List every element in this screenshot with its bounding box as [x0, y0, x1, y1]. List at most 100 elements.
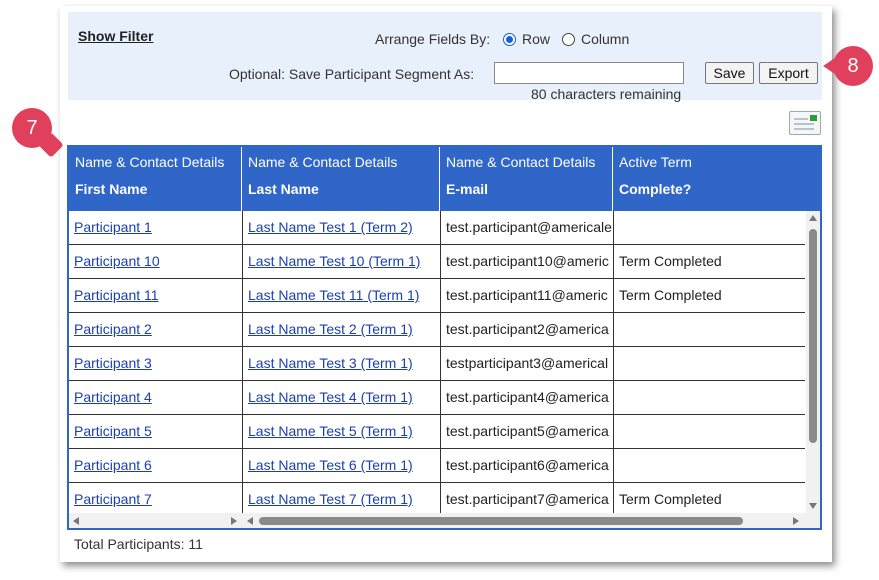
- arrange-row-label[interactable]: Row: [522, 31, 550, 47]
- column-divider: [440, 449, 441, 482]
- table-row: Participant 4 Last Name Test 4 (Term 1) te…: [69, 381, 805, 415]
- column-group-label: Name & Contact Details: [248, 154, 398, 170]
- column-divider: [613, 347, 614, 380]
- scroll-down-arrow-icon[interactable]: [809, 503, 817, 509]
- first-name-link[interactable]: Participant 3: [74, 355, 152, 371]
- scroll-up-arrow-icon[interactable]: [809, 215, 817, 221]
- segment-name-input[interactable]: [494, 62, 684, 84]
- table-row: Participant 6 Last Name Test 6 (Term 1) te…: [69, 449, 805, 483]
- first-name-cell: Participant 1: [74, 211, 240, 244]
- column-group-label: Active Term: [619, 154, 692, 170]
- email-cell: test.participant11@americ: [446, 279, 614, 312]
- first-name-link[interactable]: Participant 11: [74, 287, 159, 303]
- column-header-last-name[interactable]: Name & Contact Details Last Name: [242, 147, 440, 211]
- first-name-cell: Participant 10: [74, 245, 240, 278]
- table-body: Participant 1 Last Name Test 1 (Term 2) te…: [69, 211, 805, 513]
- column-divider: [613, 483, 614, 513]
- column-divider: [613, 279, 614, 312]
- first-name-link[interactable]: Participant 1: [74, 219, 152, 235]
- term-complete-cell: Term Completed: [619, 483, 805, 513]
- table-row: Participant 7 Last Name Test 7 (Term 1) te…: [69, 483, 805, 513]
- arrange-column-label[interactable]: Column: [581, 31, 629, 47]
- email-cell-text: test.participant5@america: [446, 423, 609, 439]
- column-divider: [440, 279, 441, 312]
- first-name-cell: Participant 7: [74, 483, 240, 513]
- export-spreadsheet-icon[interactable]: [789, 111, 821, 135]
- last-name-link[interactable]: Last Name Test 2 (Term 1): [248, 321, 413, 337]
- email-cell-text: test.participant4@america: [446, 389, 609, 405]
- email-cell-text: test.participant6@america: [446, 457, 609, 473]
- export-button[interactable]: Export: [759, 62, 818, 84]
- term-complete-cell: [619, 415, 805, 448]
- vertical-scrollbar[interactable]: [806, 211, 820, 513]
- first-name-cell: Participant 5: [74, 415, 240, 448]
- horizontal-scrollbar[interactable]: [243, 513, 820, 528]
- column-divider: [440, 211, 441, 244]
- last-name-link[interactable]: Last Name Test 11 (Term 1): [248, 287, 419, 303]
- term-complete-cell-text: Term Completed: [619, 253, 722, 269]
- email-cell: test.participant10@americ: [446, 245, 614, 278]
- arrange-row-radio[interactable]: [503, 33, 516, 46]
- column-divider: [440, 347, 441, 380]
- column-header-email[interactable]: Name & Contact Details E-mail: [440, 147, 613, 211]
- frozen-horizontal-scrollbar[interactable]: [69, 513, 243, 528]
- arrange-column-radio[interactable]: [562, 33, 575, 46]
- column-name-label: First Name: [75, 181, 148, 197]
- vertical-scroll-thumb[interactable]: [809, 229, 817, 443]
- column-divider: [613, 313, 614, 346]
- first-name-link[interactable]: Participant 6: [74, 457, 152, 473]
- last-name-link[interactable]: Last Name Test 5 (Term 1): [248, 423, 413, 439]
- email-cell-text: test.participant11@americ: [446, 287, 608, 303]
- email-cell: test.participant7@america: [446, 483, 614, 513]
- last-name-cell: Last Name Test 7 (Term 1): [248, 483, 440, 513]
- email-cell: testparticipant3@americal: [446, 347, 614, 380]
- email-cell: test.participant2@america: [446, 313, 614, 346]
- last-name-cell: Last Name Test 2 (Term 1): [248, 313, 440, 346]
- email-cell: test.participant6@america: [446, 449, 614, 482]
- email-cell-text: test.participant7@america: [446, 491, 609, 507]
- column-header-complete[interactable]: Active Term Complete?: [613, 147, 820, 211]
- first-name-link[interactable]: Participant 10: [74, 253, 160, 269]
- column-divider: [242, 449, 243, 482]
- first-name-link[interactable]: Participant 7: [74, 491, 152, 507]
- first-name-cell: Participant 4: [74, 381, 240, 414]
- first-name-link[interactable]: Participant 5: [74, 423, 152, 439]
- first-name-link[interactable]: Participant 4: [74, 389, 152, 405]
- column-divider: [613, 449, 614, 482]
- scroll-left-arrow-icon[interactable]: [247, 517, 253, 525]
- last-name-link[interactable]: Last Name Test 1 (Term 2): [248, 219, 413, 235]
- first-name-link[interactable]: Participant 2: [74, 321, 152, 337]
- column-group-label: Name & Contact Details: [446, 154, 596, 170]
- callout-7-number: 7: [26, 116, 38, 139]
- callout-8-number: 8: [847, 54, 859, 77]
- scroll-right-arrow-icon[interactable]: [793, 517, 799, 525]
- first-name-cell: Participant 11: [74, 279, 240, 312]
- column-name-label: Last Name: [248, 181, 319, 197]
- last-name-cell: Last Name Test 6 (Term 1): [248, 449, 440, 482]
- last-name-link[interactable]: Last Name Test 6 (Term 1): [248, 457, 413, 473]
- show-filter-link[interactable]: Show Filter: [78, 28, 153, 44]
- column-header-first-name[interactable]: Name & Contact Details First Name: [69, 147, 242, 211]
- scroll-right-arrow-icon[interactable]: [231, 517, 237, 525]
- term-complete-cell: [619, 347, 805, 380]
- last-name-link[interactable]: Last Name Test 3 (Term 1): [248, 355, 413, 371]
- last-name-link[interactable]: Last Name Test 7 (Term 1): [248, 491, 413, 507]
- term-complete-cell: [619, 449, 805, 482]
- horizontal-scroll-thumb[interactable]: [259, 517, 743, 525]
- arrange-fields-label: Arrange Fields By:: [375, 31, 491, 47]
- last-name-link[interactable]: Last Name Test 4 (Term 1): [248, 389, 413, 405]
- term-complete-cell: [619, 211, 805, 244]
- first-name-cell: Participant 3: [74, 347, 240, 380]
- callout-8: 8: [823, 46, 873, 86]
- column-divider: [242, 279, 243, 312]
- save-button[interactable]: Save: [705, 62, 754, 84]
- save-segment-label: Optional: Save Participant Segment As:: [229, 66, 475, 82]
- last-name-cell: Last Name Test 4 (Term 1): [248, 381, 440, 414]
- term-complete-cell: Term Completed: [619, 279, 805, 312]
- last-name-link[interactable]: Last Name Test 10 (Term 1): [248, 253, 420, 269]
- table-row: Participant 5 Last Name Test 5 (Term 1) te…: [69, 415, 805, 449]
- column-name-label: E-mail: [446, 181, 489, 197]
- last-name-cell: Last Name Test 10 (Term 1): [248, 245, 440, 278]
- scroll-left-arrow-icon[interactable]: [73, 517, 79, 525]
- table-header: Name & Contact Details First Name Name &…: [69, 147, 820, 211]
